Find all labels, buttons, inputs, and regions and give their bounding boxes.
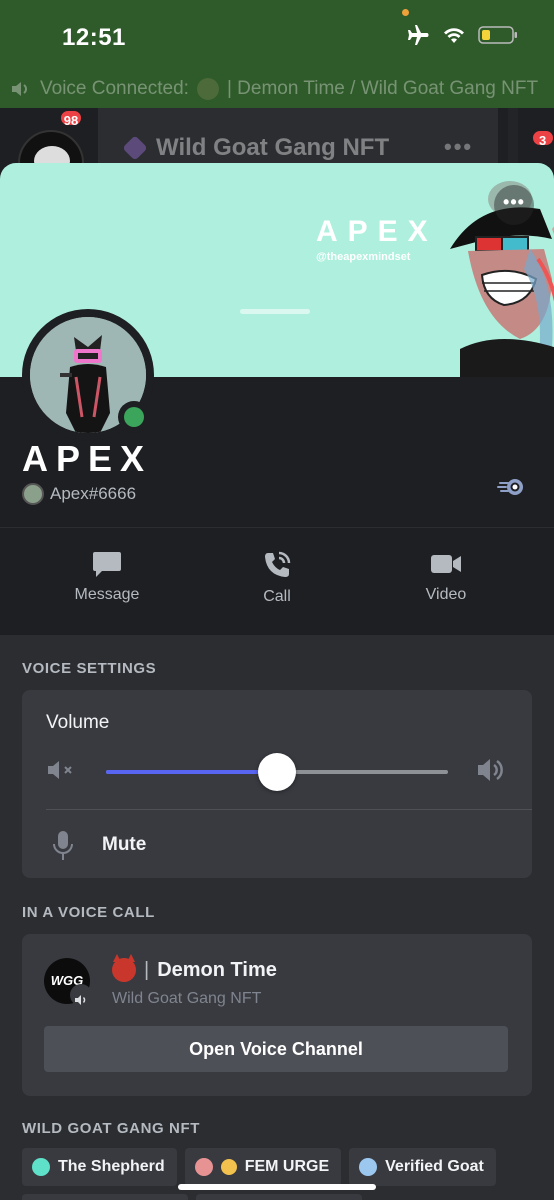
profile-avatar-ring [22,309,154,441]
voice-server-name: Wild Goat Gang NFT [112,990,262,1007]
banner-brand-text: APEX [316,215,438,248]
mute-toggle[interactable]: Mute [102,834,146,856]
status-time: 12:51 [62,24,126,51]
profile-actions: Message Call Video [0,528,554,635]
role-emoji-icon [220,1159,237,1175]
voice-settings-card: Volume Mute [22,690,532,878]
role-name: Verified Goat [385,1158,484,1175]
message-label: Message [74,586,140,603]
volume-up-icon [478,759,503,781]
volume-slider-fill [106,770,277,774]
server-roles-title: WILD GOAT GANG NFT [22,1120,200,1137]
voice-call-card: WGG | Demon Time Wild Goat Gang NFT Open… [22,934,532,1096]
mention-badge: 98 [58,108,84,128]
role-chip-partial [22,1194,188,1200]
username: Apex#6666 [50,484,137,503]
more-options-button[interactable]: ••• [494,185,534,225]
banner-handle-text: @theapexmindset [316,251,411,263]
role-chip-partial [196,1194,362,1200]
background-server-name: Wild Goat Gang NFT [156,134,390,161]
role-name: FEM URGE [244,1158,330,1175]
online-status-indicator [118,401,150,433]
goat-emoji-icon [196,78,219,100]
demon-emoji-icon [112,954,136,982]
voice-channel-name: Demon Time [157,958,277,981]
role-chip: The Shepherd [22,1148,177,1186]
voice-channel-row: | Demon Time [112,954,277,982]
role-color-dot [194,1158,213,1176]
video-label: Video [425,586,467,603]
voice-settings-title: VOICE SETTINGS [22,660,157,677]
status-icons [406,24,518,46]
volume-label: Volume [46,712,110,733]
role-color-dot [359,1158,378,1176]
voice-call-title: IN A VOICE CALL [22,904,155,921]
volume-slider-track[interactable] [106,753,448,791]
airplane-icon [408,25,429,45]
roles-list: The Shepherd FEM URGE Verified Goat [22,1148,496,1186]
voice-connected-label: Voice Connected: [40,78,189,99]
open-voice-channel-button[interactable]: Open Voice Channel [44,1026,508,1072]
sheet-grabber[interactable] [240,309,310,314]
boost-hex-icon [122,135,148,161]
role-chip: Verified Goat [349,1148,496,1186]
video-action[interactable]: Video [386,550,506,604]
message-action[interactable]: Message [47,550,167,604]
user-profile-sheet: APEX @theapexmindset ••• APEX Apex#6666 … [0,163,554,1200]
background-server-title: Wild Goat Gang NFT [122,134,390,162]
wifi-icon [444,28,464,43]
video-camera-icon [431,555,461,573]
chat-bubble-icon [93,552,121,577]
volume-muted-icon [48,761,72,779]
right-mention-badge: 3 [530,128,554,148]
nitro-badge-icon[interactable] [494,475,526,499]
privacy-indicator-dot [402,9,409,16]
more-dots-icon: ••• [444,134,474,159]
home-indicator[interactable] [178,1184,376,1190]
role-chip: FEM URGE [184,1148,342,1186]
volume-slider-thumb[interactable] [258,753,296,791]
username-row[interactable]: Apex#6666 [22,483,136,505]
role-color-dot [32,1158,50,1176]
roles-list-overflow [22,1194,362,1200]
phone-call-icon [265,551,291,577]
voice-connected-bar[interactable]: Voice Connected: | Demon Time / Wild Goa… [0,70,554,108]
status-bar: 12:51 [0,0,554,70]
call-label: Call [263,588,291,605]
speaker-icon [12,82,27,96]
voice-speaker-icon [70,984,92,1006]
server-avatar: WGG [44,958,92,1006]
role-name: The Shepherd [58,1158,165,1175]
call-action[interactable]: Call [217,550,337,606]
microphone-icon [53,831,73,860]
display-name: APEX [22,438,153,479]
voice-settings-divider [46,809,532,810]
channel-separator: | [144,958,150,981]
screen: 12:51 Voice Connected: | Demon Time / Wi… [0,0,554,1200]
mini-avatar [22,483,44,505]
voice-connected-channel: | Demon Time / Wild Goat Gang NFT [226,78,539,99]
battery-icon [478,26,517,44]
